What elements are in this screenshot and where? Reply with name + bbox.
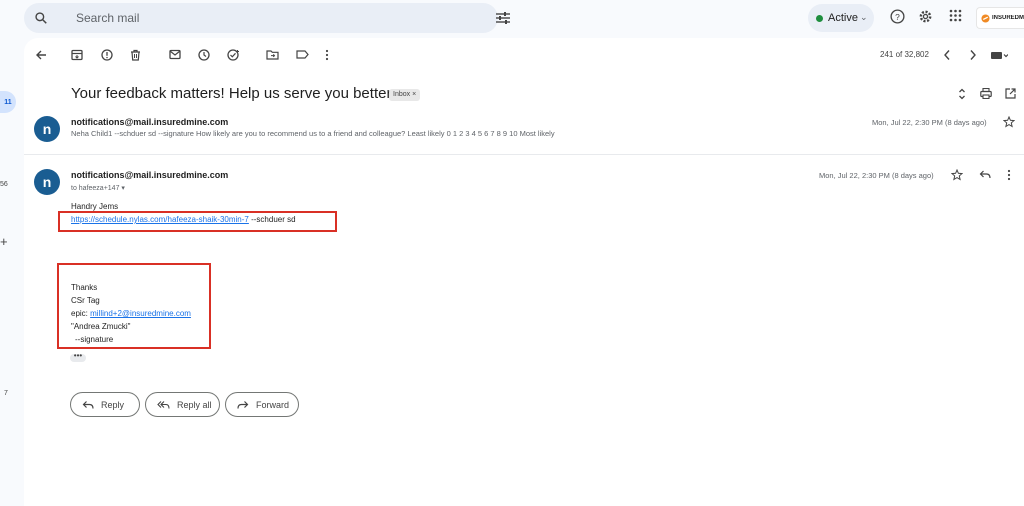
expanded-sender[interactable]: notifications@mail.insuredmine.com [71, 170, 228, 180]
reply-all-label: Reply all [177, 399, 212, 410]
chevron-right-icon[interactable] [969, 49, 977, 61]
gear-icon[interactable] [918, 9, 933, 24]
highlight-box-link [58, 211, 337, 232]
brand-name: INSUREDMI [992, 15, 1024, 21]
forward-button[interactable]: Forward [225, 392, 299, 417]
search-bar[interactable]: Search mail [24, 3, 510, 33]
expand-collapse-icon[interactable] [958, 88, 966, 100]
move-to-folder-icon[interactable] [266, 49, 279, 60]
top-bar: Search mail Active ⌄ ? INSUREDMI [0, 0, 1024, 38]
show-trimmed-content-button[interactable]: ••• [70, 352, 86, 362]
collapsed-snippet[interactable]: Neha Child1 --schduer sd --signature How… [71, 129, 555, 138]
reply-label: Reply [101, 399, 125, 410]
archive-icon[interactable] [71, 49, 83, 61]
chevron-left-icon[interactable] [943, 49, 951, 61]
mark-unread-icon[interactable] [169, 49, 181, 60]
apps-grid-icon[interactable] [949, 9, 962, 22]
star-icon[interactable] [1003, 116, 1015, 128]
forward-icon [237, 400, 249, 410]
search-options-icon[interactable] [496, 12, 510, 24]
status-label: Active [828, 12, 858, 24]
message-counter: 241 of 32,802 [880, 50, 929, 59]
greeting-text: Handry Jems [71, 202, 119, 211]
svg-text:?: ? [895, 12, 900, 22]
input-tools-keyboard-icon[interactable] [991, 51, 1008, 60]
back-arrow-icon[interactable] [35, 49, 47, 61]
rail-unread-badge[interactable]: 11 [0, 91, 16, 113]
left-rail: 11 56 + 7 [0, 38, 24, 506]
search-icon[interactable] [34, 11, 48, 25]
brand-logo-icon [981, 13, 990, 23]
collapsed-time: Mon, Jul 22, 2:30 PM (8 days ago) [872, 118, 987, 127]
recipient-details[interactable]: to hafeeza+147 ▾ [71, 184, 125, 192]
collapsed-sender[interactable]: notifications@mail.insuredmine.com [71, 117, 228, 127]
snooze-clock-icon[interactable] [198, 49, 210, 61]
status-selector[interactable]: Active ⌄ [808, 4, 874, 32]
sender-avatar[interactable]: n [34, 116, 60, 142]
more-vertical-icon[interactable] [325, 49, 329, 61]
report-spam-icon[interactable] [101, 49, 113, 61]
more-vertical-icon[interactable] [1007, 169, 1011, 181]
add-task-icon[interactable] [227, 49, 240, 61]
highlight-box-signature [57, 263, 211, 349]
forward-label: Forward [256, 399, 290, 410]
email-subject: Your feedback matters! Help us serve you… [71, 85, 392, 102]
open-new-window-icon[interactable] [1005, 88, 1016, 99]
inbox-label-chip[interactable]: Inbox × [389, 89, 421, 101]
expanded-time: Mon, Jul 22, 2:30 PM (8 days ago) [819, 171, 934, 180]
reply-all-icon [157, 400, 170, 410]
active-status-dot [816, 15, 823, 22]
rail-add-icon[interactable]: + [0, 234, 8, 249]
rail-count: 56 [0, 181, 8, 188]
delete-icon[interactable] [130, 49, 141, 61]
sender-avatar[interactable]: n [34, 169, 60, 195]
help-icon[interactable]: ? [890, 9, 905, 24]
star-icon[interactable] [951, 169, 963, 181]
rail-count: 7 [4, 390, 8, 397]
chevron-down-icon: ⌄ [860, 12, 868, 22]
reply-icon[interactable] [979, 169, 991, 180]
label-icon[interactable] [296, 49, 309, 60]
reply-all-button[interactable]: Reply all [145, 392, 220, 417]
account-brand[interactable]: INSUREDMI [976, 7, 1024, 29]
email-panel: 241 of 32,802 Your feedback matters! Hel… [24, 38, 1024, 506]
print-icon[interactable] [980, 88, 992, 99]
message-divider [24, 154, 1024, 155]
reply-button[interactable]: Reply [70, 392, 140, 417]
reply-icon [82, 400, 94, 410]
search-input[interactable]: Search mail [76, 11, 139, 25]
